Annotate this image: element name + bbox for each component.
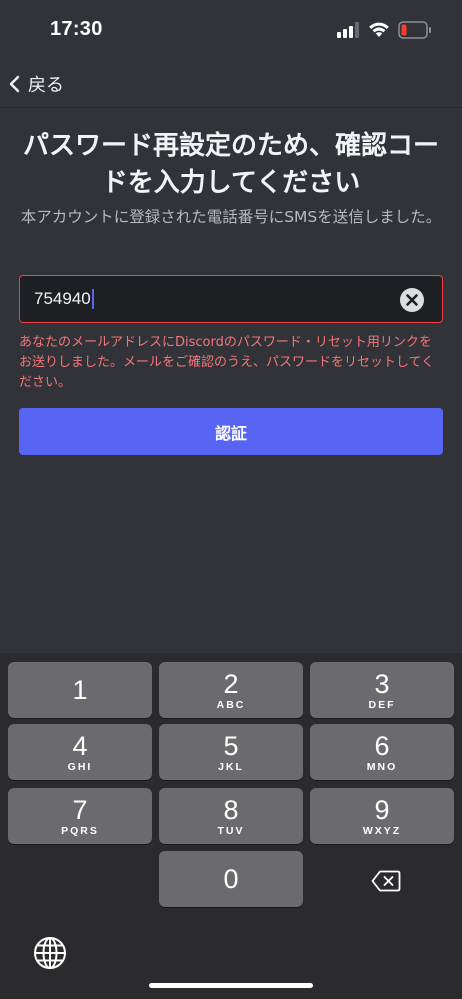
page-subtitle: 本アカウントに登録された電話番号にSMSを送信しました。 <box>20 208 442 226</box>
verify-button[interactable]: 認証 <box>19 408 443 455</box>
key-letters: MNO <box>366 760 398 773</box>
clear-circle-icon[interactable] <box>400 288 424 312</box>
back-label: 戻る <box>28 75 64 96</box>
status-time: 17:30 <box>50 18 103 40</box>
back-button[interactable]: 戻る <box>8 68 64 100</box>
numeric-keypad: 1 2 ABC 3 DEF 4 GHI 5 JKL 6 MNO 7 PQRS 8… <box>0 653 462 999</box>
key-digit: 4 <box>72 730 88 761</box>
chevron-left-icon <box>9 75 20 93</box>
key-letters: GHI <box>67 760 93 773</box>
key-digit: 5 <box>223 730 239 761</box>
key-7[interactable]: 7 PQRS <box>8 788 152 844</box>
nav-bar: 戻る <box>0 60 462 108</box>
key-1[interactable]: 1 <box>8 662 152 718</box>
key-letters: TUV <box>217 824 245 837</box>
wifi-icon <box>369 22 389 37</box>
key-digit: 3 <box>374 668 390 699</box>
key-9[interactable]: 9 WXYZ <box>310 788 454 844</box>
home-indicator[interactable] <box>149 983 313 988</box>
key-digit: 0 <box>223 864 239 894</box>
key-digit: 2 <box>223 668 239 699</box>
key-5[interactable]: 5 JKL <box>159 724 303 780</box>
text-cursor <box>91 289 94 309</box>
delete-key[interactable] <box>360 863 412 899</box>
key-2[interactable]: 2 ABC <box>159 662 303 718</box>
key-letters: JKL <box>218 760 244 773</box>
key-8[interactable]: 8 TUV <box>159 788 303 844</box>
backspace-icon <box>371 870 401 892</box>
key-digit: 7 <box>72 794 88 825</box>
key-0[interactable]: 0 <box>159 851 303 907</box>
key-digit: 9 <box>374 794 390 825</box>
key-letters: WXYZ <box>362 824 402 837</box>
error-message: あなたのメールアドレスにDiscordのパスワード・リセット用リンクをお送りしま… <box>19 335 435 390</box>
key-3[interactable]: 3 DEF <box>310 662 454 718</box>
key-digit: 1 <box>72 675 88 705</box>
battery-low-icon <box>398 21 431 39</box>
key-letters: DEF <box>368 698 396 711</box>
code-input[interactable]: 754940 <box>34 276 394 322</box>
globe-icon[interactable] <box>32 935 68 971</box>
page-title: パスワード再設定のため、確認コードを入力してください <box>22 131 439 198</box>
key-4[interactable]: 4 GHI <box>8 724 152 780</box>
status-bar: 17:30 <box>0 0 462 60</box>
key-letters: PQRS <box>61 824 99 837</box>
key-letters: ABC <box>216 698 246 711</box>
code-value: 754940 <box>34 289 91 308</box>
cellular-signal-icon <box>337 22 359 38</box>
key-6[interactable]: 6 MNO <box>310 724 454 780</box>
key-digit: 8 <box>223 794 239 825</box>
code-field[interactable]: 754940 <box>19 275 443 323</box>
key-digit: 6 <box>374 730 390 761</box>
